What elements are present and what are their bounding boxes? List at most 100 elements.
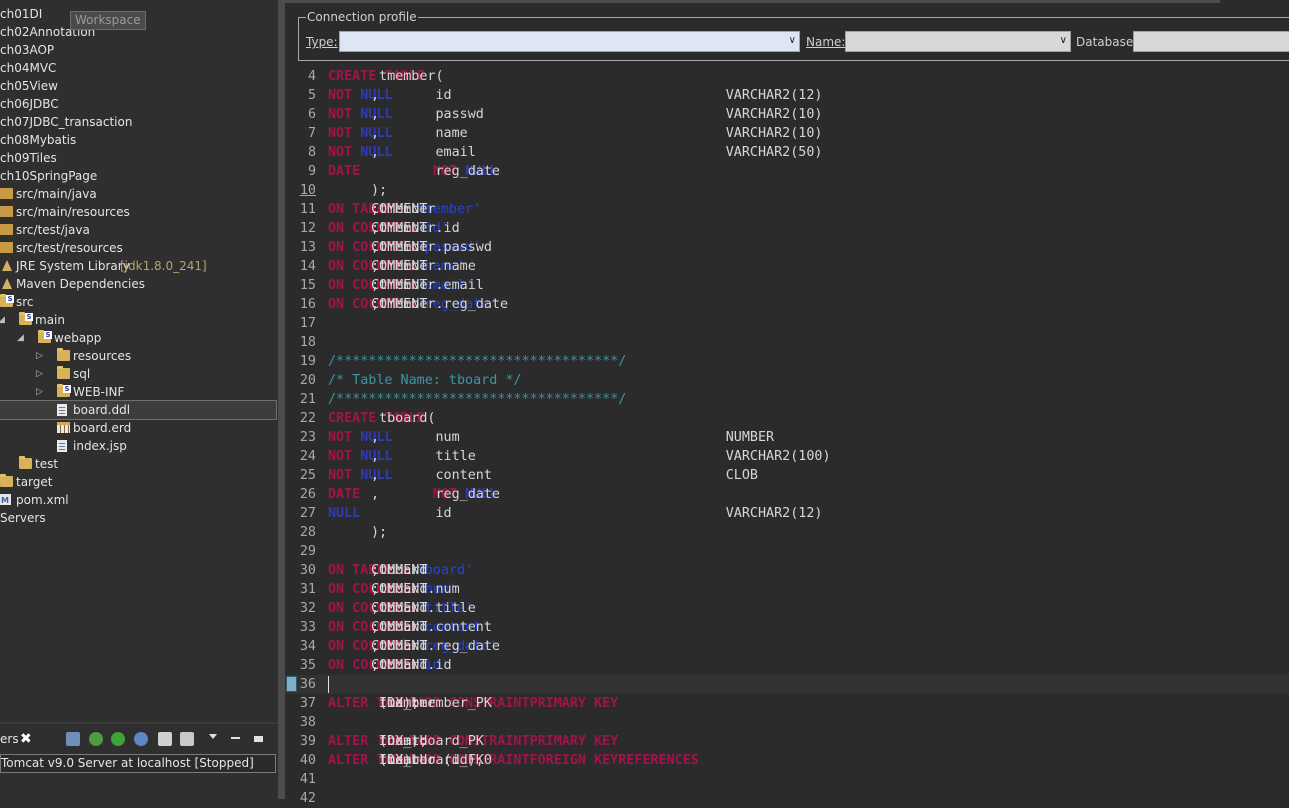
expand-closed-icon[interactable]: ▷: [36, 383, 43, 401]
tree-item-ch07jdbc-transaction[interactable]: ch07JDBC_transaction: [0, 113, 276, 131]
tree-item-ch04mvc[interactable]: ch04MVC: [0, 59, 276, 77]
tree-item-ch03aop[interactable]: ch03AOP: [0, 41, 276, 59]
type-select[interactable]: ∨: [339, 31, 800, 52]
line-number: 12: [299, 221, 316, 236]
minimize-icon[interactable]: [231, 737, 240, 739]
code-line[interactable]: 5 id VARCHAR2(12) NOT NULL,: [285, 86, 1289, 105]
server-entry[interactable]: Tomcat v9.0 Server at localhost [Stopped…: [0, 754, 276, 773]
code-line[interactable]: 7 name VARCHAR2(10) NOT NULL,: [285, 124, 1289, 143]
tree-item-test[interactable]: test: [0, 455, 276, 473]
tree-item-maven-dependencies[interactable]: Maven Dependencies: [0, 275, 276, 293]
code-line[interactable]: 33 COMMENT ON COLUMN tboard.content is 'c…: [285, 618, 1289, 637]
tree-item-webapp[interactable]: ◢ Swebapp: [0, 329, 276, 347]
panel-splitter[interactable]: [278, 0, 285, 799]
code-line[interactable]: 29: [285, 542, 1289, 561]
code-line[interactable]: 11 COMMENT ON TABLE tmember is 'tmember';: [285, 200, 1289, 219]
line-number: 6: [307, 107, 316, 122]
code-line[interactable]: 38: [285, 713, 1289, 732]
code-line[interactable]: 8 email VARCHAR2(50) NOT NULL,: [285, 143, 1289, 162]
tree-item-main[interactable]: ◢ Smain: [0, 311, 276, 329]
tree-item-src-main-resources[interactable]: src/main/resources: [0, 203, 276, 221]
save-icon[interactable]: [66, 732, 80, 746]
sql-text: tmember (id);: [371, 753, 484, 768]
tree-item-resources[interactable]: ▷ resources: [0, 347, 276, 365]
tree-item-label: sql: [73, 367, 91, 381]
tree-item-ch06jdbc[interactable]: ch06JDBC: [0, 95, 276, 113]
tree-item-jre-system-library[interactable]: JRE System Library [jdk1.8.0_241]: [0, 257, 276, 275]
sql-text: (num);: [371, 734, 428, 749]
code-line[interactable]: 15 COMMENT ON COLUMN tmember.email is 'em…: [285, 276, 1289, 295]
code-line[interactable]: 9 reg_date DATE NOT NULL: [285, 162, 1289, 181]
code-line[interactable]: 31 COMMENT ON COLUMN tboard.num is 'num';: [285, 580, 1289, 599]
tree-item-ch08mybatis[interactable]: ch08Mybatis: [0, 131, 276, 149]
maximize-icon[interactable]: [254, 736, 263, 742]
tree-item-src-test-resources[interactable]: src/test/resources: [0, 239, 276, 257]
servers-tab[interactable]: ers: [0, 728, 19, 750]
code-line[interactable]: 25 content CLOB NOT NULL,: [285, 466, 1289, 485]
code-line[interactable]: 39 ALTER TABLE tboard ADD CONSTRAINT IDX_…: [285, 732, 1289, 751]
close-icon[interactable]: ✖: [20, 728, 32, 750]
tree-item-src-test-java[interactable]: src/test/java: [0, 221, 276, 239]
tree-item-target[interactable]: target: [0, 473, 276, 491]
expand-closed-icon[interactable]: ▷: [36, 347, 43, 365]
code-line[interactable]: 40 ALTER TABLE tboard ADD CONSTRAINT IDX_…: [285, 751, 1289, 770]
code-line[interactable]: 13 COMMENT ON COLUMN tmember.passwd is 'p…: [285, 238, 1289, 257]
code-line[interactable]: 23 num NUMBER NOT NULL,: [285, 428, 1289, 447]
code-line[interactable]: 18: [285, 333, 1289, 352]
sql-text: ;: [371, 620, 380, 635]
start-server-icon[interactable]: [111, 732, 125, 746]
code-line[interactable]: 26 reg_date DATE NOT NULL,: [285, 485, 1289, 504]
stop-server-icon[interactable]: [158, 732, 172, 746]
publish-icon[interactable]: [180, 732, 194, 746]
code-line[interactable]: 41: [285, 770, 1289, 789]
profile-icon[interactable]: [134, 732, 148, 746]
code-line[interactable]: 37 ALTER TABLE tmember ADD CONSTRAINT IDX…: [285, 694, 1289, 713]
code-line[interactable]: 35 COMMENT ON COLUMN tboard.id is 'id';: [285, 656, 1289, 675]
database-select[interactable]: [1133, 31, 1289, 52]
sql-text: tboard.reg_date: [371, 639, 509, 654]
tree-item-web-inf[interactable]: ▷ S WEB-INF: [0, 383, 276, 401]
code-line[interactable]: 20 /* Table Name: tboard */: [285, 371, 1289, 390]
code-line[interactable]: 22 CREATE TABLE tboard(: [285, 409, 1289, 428]
sql-keyword: PRIMARY KEY: [529, 696, 619, 711]
name-select[interactable]: ∨: [845, 31, 1071, 52]
tree-item-src[interactable]: Ssrc: [0, 293, 276, 311]
code-line[interactable]: 28);: [285, 523, 1289, 542]
debug-icon[interactable]: [89, 732, 103, 746]
code-line[interactable]: 19 /***********************************/: [285, 352, 1289, 371]
sql-text: tmember.id: [371, 221, 468, 236]
tree-item-board-erd[interactable]: board.erd: [0, 419, 276, 437]
code-line[interactable]: 6 passwd VARCHAR2(10) NOT NULL,: [285, 105, 1289, 124]
tree-item-ch05view[interactable]: ch05View: [0, 77, 276, 95]
expand-closed-icon[interactable]: ▷: [36, 365, 43, 383]
code-line[interactable]: 4 CREATE TABLE tmember(: [285, 67, 1289, 86]
tree-item-src-main-java[interactable]: src/main/java: [0, 185, 276, 203]
code-area[interactable]: 4 CREATE TABLE tmember(5 id VARCHAR2(12) …: [285, 67, 1289, 806]
code-line[interactable]: 17: [285, 314, 1289, 333]
expand-open-icon[interactable]: ◢: [17, 329, 24, 347]
tree-item-board-ddl[interactable]: board.ddl: [0, 400, 277, 420]
line-number: 19: [299, 354, 316, 369]
expand-open-icon[interactable]: ◢: [0, 311, 5, 329]
tree-item-servers[interactable]: Servers: [0, 509, 276, 527]
code-line[interactable]: 36: [285, 675, 1289, 694]
tree-item-ch10springpage[interactable]: ch10SpringPage: [0, 167, 276, 185]
code-line[interactable]: 14 COMMENT ON COLUMN tmember.name is 'nam…: [285, 257, 1289, 276]
code-line[interactable]: 10);: [285, 181, 1289, 200]
view-menu-icon[interactable]: [209, 734, 217, 739]
tree-item-pom-xml[interactable]: pom.xml: [0, 491, 276, 510]
sql-text: num NUMBER: [371, 430, 831, 445]
code-text: email VARCHAR2(50) NOT NULL,: [328, 143, 822, 162]
code-line[interactable]: 30 COMMENT ON TABLE tboard is 'tboard';: [285, 561, 1289, 580]
line-number: 35: [299, 658, 316, 673]
code-line[interactable]: 34 COMMENT ON COLUMN tboard.reg_date is '…: [285, 637, 1289, 656]
code-line[interactable]: 24 title VARCHAR2(100) NOT NULL,: [285, 447, 1289, 466]
code-line[interactable]: 21 /***********************************/: [285, 390, 1289, 409]
code-line[interactable]: 27 id VARCHAR2(12) NULL: [285, 504, 1289, 523]
code-line[interactable]: 16 COMMENT ON COLUMN tmember.reg_date is …: [285, 295, 1289, 314]
code-line[interactable]: 32 COMMENT ON COLUMN tboard.title is 'tit…: [285, 599, 1289, 618]
code-line[interactable]: 12 COMMENT ON COLUMN tmember.id is 'id';: [285, 219, 1289, 238]
tree-item-sql[interactable]: ▷ sql: [0, 365, 276, 383]
tree-item-ch09tiles[interactable]: ch09Tiles: [0, 149, 276, 167]
tree-item-index-jsp[interactable]: index.jsp: [0, 437, 276, 455]
